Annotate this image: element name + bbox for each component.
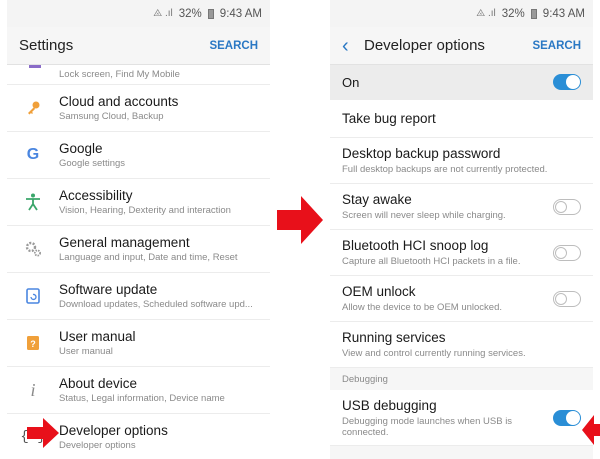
oem-unlock-toggle[interactable] [553, 290, 581, 307]
lock-screen-icon [29, 65, 41, 68]
page-title: Settings [19, 37, 74, 54]
software-update-icon [19, 286, 47, 306]
section-header-debugging: Debugging [330, 368, 593, 390]
item-title: User manual [59, 329, 136, 344]
bt-snoop-toggle[interactable] [553, 244, 581, 261]
settings-item-user-manual[interactable]: ? User manual User manual [7, 320, 270, 367]
settings-item-about-device[interactable]: i About device Status, Legal information… [7, 367, 270, 414]
take-bug-report-row[interactable]: Take bug report [330, 100, 593, 138]
search-button[interactable]: SEARCH [532, 40, 581, 52]
signal-icon: ⨻ .ıl [476, 8, 496, 19]
item-subtitle: Google settings [59, 158, 126, 169]
item-title: Accessibility [59, 188, 133, 203]
usb-debugging-row[interactable]: USB debugging Debugging mode launches wh… [330, 390, 593, 446]
usb-debugging-toggle[interactable] [553, 409, 581, 426]
svg-text:?: ? [30, 339, 36, 349]
running-services-row[interactable]: Running services View and control curren… [330, 322, 593, 368]
item-subtitle: Capture all Bluetooth HCI packets in a f… [342, 256, 521, 267]
item-title: General management [59, 235, 190, 250]
item-subtitle: User manual [59, 346, 113, 357]
item-subtitle: Language and input, Date and time, Reset [59, 252, 238, 263]
list-item-subtitle: Lock screen, Find My Mobile [59, 69, 180, 80]
item-title: Software update [59, 282, 158, 297]
item-title: Google [59, 141, 103, 156]
battery-percent: 32% [178, 7, 202, 20]
page-title: Developer options [364, 37, 485, 54]
settings-item-general-management[interactable]: General management Language and input, D… [7, 226, 270, 273]
battery-icon [530, 8, 537, 19]
item-subtitle: Debugging mode launches when USB is conn… [342, 415, 513, 438]
item-subtitle: Allow the device to be OEM unlocked. [342, 302, 503, 313]
settings-list: Lock screen, Find My Mobile Cloud and ac… [7, 65, 270, 459]
item-subtitle: Status, Legal information, Device name [59, 393, 225, 404]
item-title: USB debugging [342, 397, 437, 413]
master-switch-row[interactable]: On [330, 65, 593, 100]
settings-item-accessibility[interactable]: Accessibility Vision, Hearing, Dexterity… [7, 179, 270, 226]
item-title: Take bug report [342, 111, 436, 126]
manual-icon: ? [19, 333, 47, 353]
settings-item-cloud-accounts[interactable]: Cloud and accounts Samsung Cloud, Backup [7, 85, 270, 132]
item-subtitle: Download updates, Scheduled software upd… [59, 299, 253, 310]
settings-item-google[interactable]: G Google Google settings [7, 132, 270, 179]
stay-awake-row[interactable]: Stay awake Screen will never sleep while… [330, 184, 593, 230]
key-icon [19, 98, 47, 118]
arrow-right-icon [277, 196, 323, 244]
battery-percent: 32% [501, 7, 525, 20]
battery-icon [207, 8, 214, 19]
accessibility-icon [19, 192, 47, 212]
gears-icon [19, 239, 47, 259]
item-title: Running services [342, 330, 446, 345]
list-item-partial[interactable]: Lock screen, Find My Mobile [7, 65, 270, 85]
signal-icon: ⨻ .ıl [153, 8, 173, 19]
clock: 9:43 AM [219, 7, 262, 20]
item-subtitle: Vision, Hearing, Dexterity and interacti… [59, 205, 231, 216]
item-subtitle: Samsung Cloud, Backup [59, 111, 164, 122]
bluetooth-hci-snoop-row[interactable]: Bluetooth HCI snoop log Capture all Blue… [330, 230, 593, 276]
google-icon: G [26, 146, 40, 163]
back-chevron-icon[interactable]: ‹ [342, 36, 364, 56]
item-subtitle: Screen will never sleep while charging. [342, 210, 506, 221]
item-title: Desktop backup password [342, 146, 501, 161]
stay-awake-toggle[interactable] [553, 198, 581, 215]
item-title: Developer options [59, 423, 168, 438]
arrow-left-icon [582, 415, 600, 445]
item-subtitle: Full desktop backups are not currently p… [342, 164, 548, 175]
item-title: Bluetooth HCI snoop log [342, 238, 489, 253]
on-label: On [342, 74, 360, 90]
settings-app-bar: Settings SEARCH [7, 27, 270, 65]
item-subtitle: Developer options [59, 440, 136, 451]
item-title: About device [59, 376, 138, 391]
search-button[interactable]: SEARCH [209, 40, 258, 52]
developer-options-screen: ⨻ .ıl 32% 9:43 AM ‹ Developer options SE… [330, 0, 593, 459]
clock: 9:43 AM [542, 7, 585, 20]
arrow-right-icon [27, 418, 59, 448]
settings-screen: ⨻ .ıl 32% 9:43 AM Settings SEARCH Lock s… [7, 0, 270, 459]
master-toggle[interactable] [553, 74, 581, 90]
developer-app-bar: ‹ Developer options SEARCH [330, 27, 593, 65]
desktop-backup-password-row[interactable]: Desktop backup password Full desktop bac… [330, 138, 593, 184]
item-title: Stay awake [342, 192, 412, 207]
status-bar: ⨻ .ıl 32% 9:43 AM [7, 0, 270, 27]
settings-item-software-update[interactable]: Software update Download updates, Schedu… [7, 273, 270, 320]
item-subtitle: View and control currently running servi… [342, 348, 526, 359]
item-title: Cloud and accounts [59, 94, 179, 109]
status-bar: ⨻ .ıl 32% 9:43 AM [330, 0, 593, 27]
item-title: OEM unlock [342, 284, 416, 299]
oem-unlock-row[interactable]: OEM unlock Allow the device to be OEM un… [330, 276, 593, 322]
info-icon: i [30, 379, 36, 400]
